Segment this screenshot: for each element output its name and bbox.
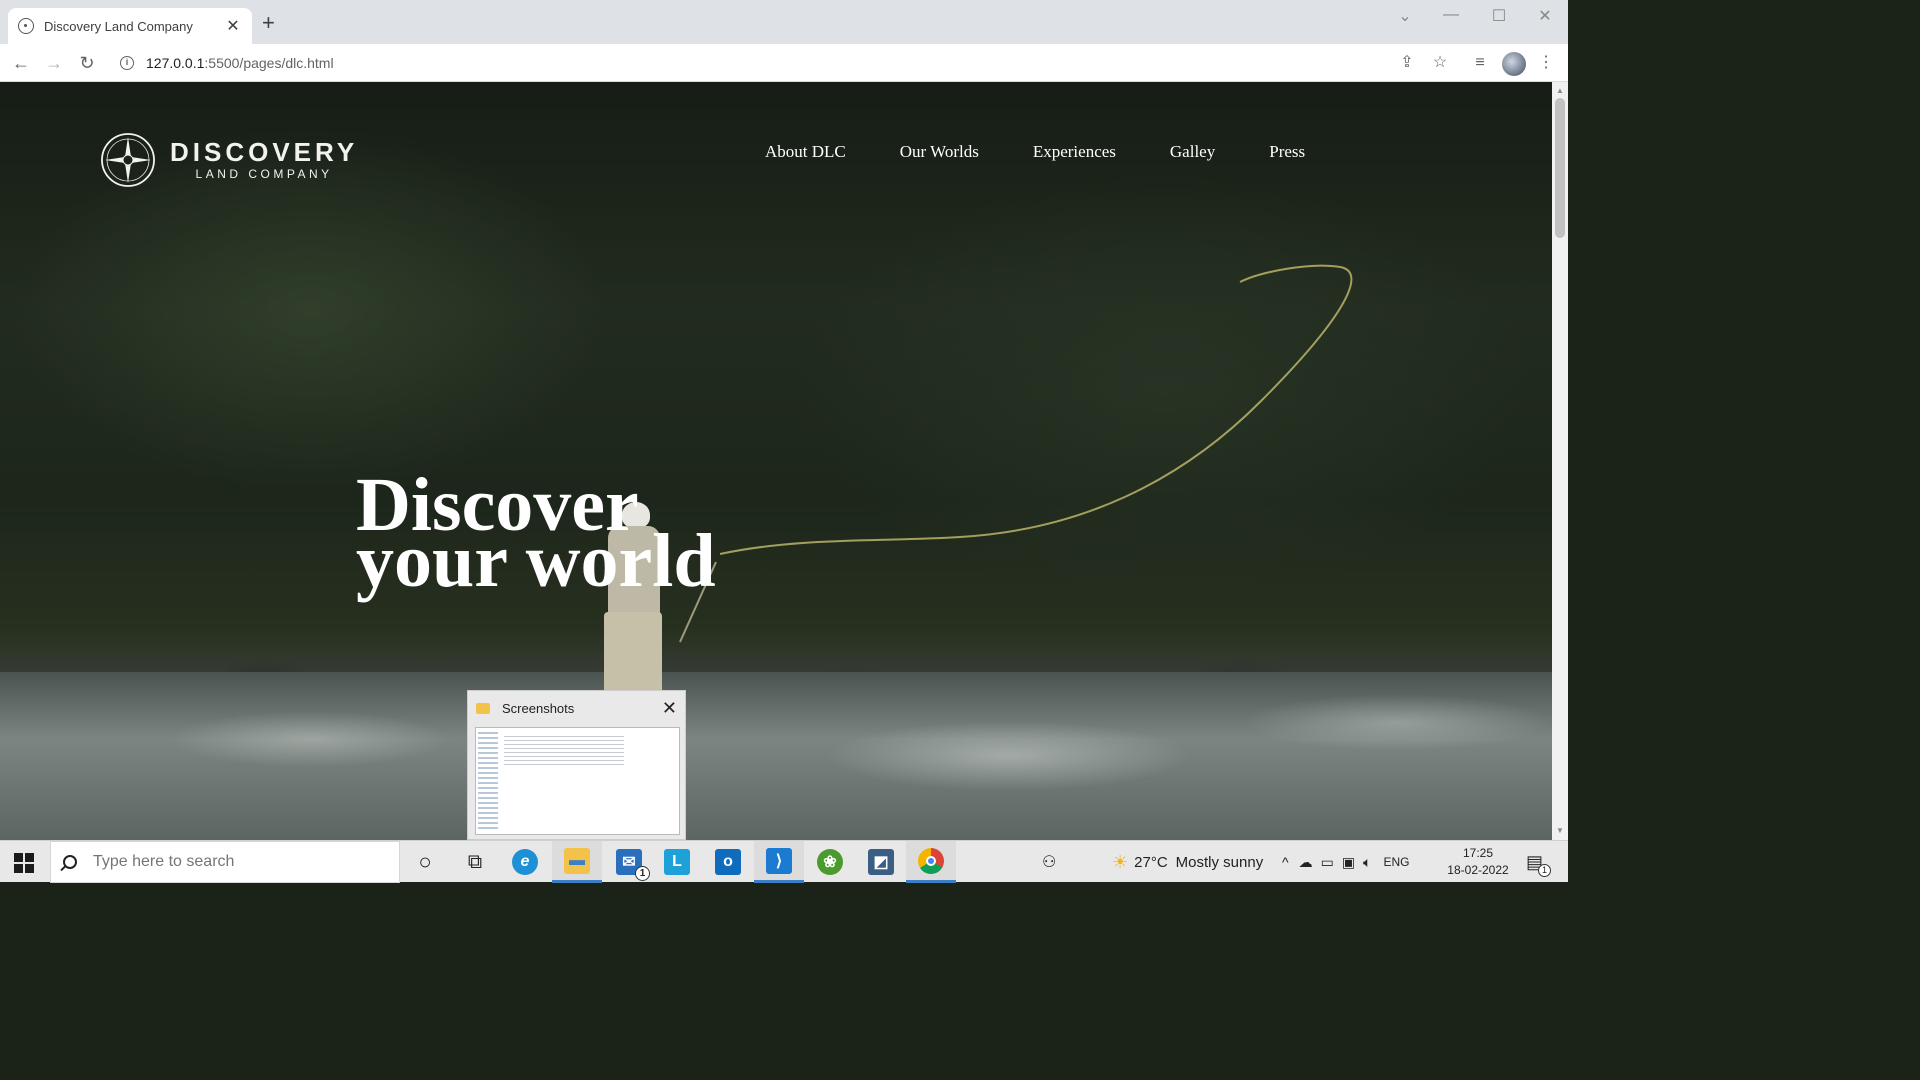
minimize-button[interactable]: — bbox=[1436, 6, 1466, 24]
profile-avatar[interactable] bbox=[1502, 52, 1526, 76]
taskbar-search-input[interactable] bbox=[93, 853, 373, 871]
battery-icon[interactable]: ▭ bbox=[1321, 854, 1334, 871]
hero-line-2: your world bbox=[356, 519, 716, 603]
preview-close-icon[interactable]: ✕ bbox=[662, 698, 677, 719]
close-window-button[interactable]: ✕ bbox=[1530, 6, 1560, 26]
browser-tabstrip: Discovery Land Company ✕ + ⌄ — ☐ ✕ bbox=[0, 0, 1568, 44]
green-app-icon: ❀ bbox=[817, 849, 843, 875]
maximize-button[interactable]: ☐ bbox=[1484, 6, 1514, 26]
people-icon[interactable]: ⚇ bbox=[1042, 841, 1056, 883]
weather-widget[interactable]: ☀ 27°C Mostly sunny bbox=[1112, 841, 1263, 883]
system-tray-icons: ^ ☁ ▭ ▣ 🔈︎ ENG bbox=[1282, 841, 1409, 883]
mail-badge: 1 bbox=[635, 866, 650, 881]
logo-wordmark: DISCOVERY bbox=[170, 137, 359, 167]
clock-date: 18-02-2022 bbox=[1447, 863, 1509, 877]
camera-icon[interactable]: ▣ bbox=[1342, 854, 1355, 871]
address-bar[interactable]: i 127.0.0.1:5500/pages/dlc.html bbox=[110, 48, 1465, 78]
nav-about-dlc[interactable]: About DLC bbox=[765, 142, 846, 162]
compass-logo-icon bbox=[101, 133, 155, 187]
scroll-up-arrow-icon[interactable]: ▲ bbox=[1556, 86, 1564, 95]
bookmark-star-icon[interactable]: ☆ bbox=[1429, 52, 1451, 74]
tab-title: Discovery Land Company bbox=[44, 18, 193, 34]
task-view-button[interactable]: ⧉ bbox=[450, 841, 500, 883]
taskbar-search[interactable] bbox=[50, 841, 400, 883]
sun-icon: ☀ bbox=[1112, 851, 1129, 872]
url-text: 127.0.0.1:5500/pages/dlc.html bbox=[146, 55, 334, 71]
vscode-icon: ⟩ bbox=[766, 847, 792, 874]
fly-line-graphic bbox=[679, 264, 1353, 643]
site-logo[interactable]: DISCOVERY LAND COMPANY bbox=[100, 132, 358, 188]
page-scrollbar[interactable]: ▲ ▼ bbox=[1552, 82, 1568, 840]
windows-start-icon[interactable] bbox=[14, 853, 34, 873]
taskbar-clock[interactable]: 17:25 18-02-2022 bbox=[1440, 845, 1516, 879]
clock-time: 17:25 bbox=[1462, 846, 1494, 860]
tab-search-icon[interactable]: ⌄ bbox=[1390, 6, 1420, 26]
taskbar-app-mail[interactable]: ✉ 1 bbox=[604, 841, 654, 883]
weather-temp: 27°C bbox=[1134, 853, 1168, 871]
share-icon[interactable]: ⇪ bbox=[1396, 52, 1418, 74]
scrollbar-thumb[interactable] bbox=[1555, 98, 1565, 238]
notification-center-icon[interactable]: ▤ 1 bbox=[1526, 841, 1552, 883]
internet-explorer-icon: e bbox=[512, 849, 538, 875]
preview-title: Screenshots bbox=[502, 700, 575, 716]
language-indicator[interactable]: ENG bbox=[1383, 855, 1409, 869]
back-arrow-icon[interactable]: ← bbox=[9, 51, 33, 75]
browser-toolbar: ← → ↻ i 127.0.0.1:5500/pages/dlc.html ⇪ … bbox=[0, 44, 1568, 82]
search-icon bbox=[63, 855, 77, 869]
site-navigation: About DLC Our Worlds Experiences Galley … bbox=[765, 142, 1359, 162]
site-favicon-icon bbox=[18, 18, 34, 34]
chrome-icon bbox=[918, 847, 944, 874]
browser-tab[interactable]: Discovery Land Company ✕ bbox=[8, 8, 252, 44]
kebab-menu-icon[interactable]: ⋮ bbox=[1535, 52, 1557, 74]
taskbar-app-l[interactable]: L bbox=[652, 841, 702, 883]
tab-close-icon[interactable]: ✕ bbox=[224, 16, 242, 36]
hero-heading: Discover your world bbox=[356, 467, 716, 603]
scroll-down-arrow-icon[interactable]: ▼ bbox=[1556, 826, 1564, 835]
weather-desc: Mostly sunny bbox=[1175, 853, 1264, 871]
page-viewport: DISCOVERY LAND COMPANY About DLC Our Wor… bbox=[0, 82, 1552, 840]
logo-subtitle: LAND COMPANY bbox=[195, 167, 333, 181]
taskbar-preview-window[interactable]: Screenshots ✕ bbox=[467, 690, 686, 840]
volume-icon[interactable]: 🔈︎ bbox=[1363, 854, 1371, 871]
onedrive-icon[interactable]: ☁ bbox=[1299, 854, 1313, 871]
new-tab-button[interactable]: + bbox=[262, 12, 275, 34]
windows-taskbar: ○ ⧉ e ▬ ✉ 1 L o ⟩ ❀ ◩ ⚇ ☀ 27°C Mostly su bbox=[0, 840, 1568, 883]
cortana-icon: ○ bbox=[418, 849, 432, 874]
folder-icon bbox=[476, 702, 490, 714]
mail-icon: ✉ 1 bbox=[616, 849, 650, 881]
taskbar-app-chrome[interactable] bbox=[906, 841, 956, 883]
taskbar-app-green[interactable]: ❀ bbox=[805, 841, 855, 883]
taskbar-app-mysql-workbench[interactable]: ◩ bbox=[856, 841, 906, 883]
preview-thumbnail[interactable] bbox=[475, 727, 680, 835]
taskbar-app-vscode[interactable]: ⟩ bbox=[754, 841, 804, 883]
mysql-workbench-icon: ◩ bbox=[868, 849, 894, 875]
reload-icon[interactable]: ↻ bbox=[75, 51, 99, 75]
forward-arrow-icon[interactable]: → bbox=[42, 51, 66, 75]
nav-our-worlds[interactable]: Our Worlds bbox=[900, 142, 979, 162]
l-app-icon: L bbox=[664, 849, 690, 875]
task-view-icon: ⧉ bbox=[467, 850, 483, 873]
taskbar-app-ie[interactable]: e bbox=[500, 841, 550, 883]
nav-experiences[interactable]: Experiences bbox=[1033, 142, 1116, 162]
tray-expand-icon[interactable]: ^ bbox=[1282, 854, 1289, 870]
outlook-icon: o bbox=[715, 849, 741, 875]
nav-galley[interactable]: Galley bbox=[1170, 142, 1215, 162]
notification-badge: 1 bbox=[1538, 863, 1552, 877]
site-info-icon[interactable]: i bbox=[120, 56, 134, 70]
reading-list-icon[interactable]: ≡ bbox=[1469, 52, 1491, 74]
nav-press[interactable]: Press bbox=[1269, 142, 1305, 162]
cortana-button[interactable]: ○ bbox=[400, 841, 450, 883]
file-explorer-icon: ▬ bbox=[564, 847, 590, 874]
taskbar-app-file-explorer[interactable]: ▬ bbox=[552, 841, 602, 883]
taskbar-app-outlook[interactable]: o bbox=[703, 841, 753, 883]
